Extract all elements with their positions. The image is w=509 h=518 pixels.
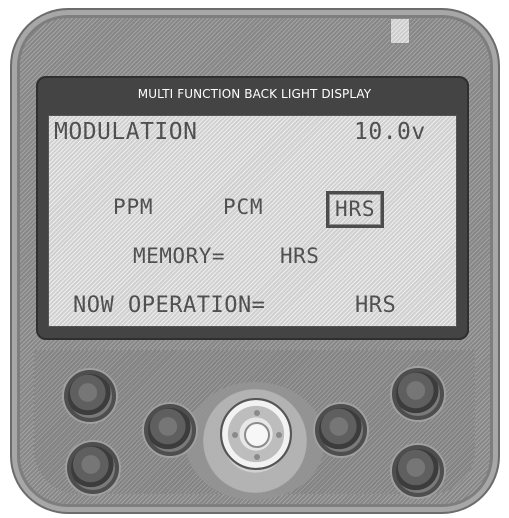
dpad-left-icon (232, 432, 238, 438)
top-left-button[interactable] (64, 370, 116, 422)
dpad-up-icon (254, 410, 260, 416)
memory-label: MEMORY= (133, 244, 226, 268)
bottom-left-button[interactable] (67, 442, 119, 494)
display-title: MULTI FUNCTION BACK LIGHT DISPLAY (137, 87, 372, 101)
mode-option-pcm: PCM (223, 195, 264, 219)
four-way-dpad-icon[interactable] (220, 398, 292, 470)
middle-left-button[interactable] (144, 404, 196, 456)
modulation-label: MODULATION (54, 119, 198, 145)
dpad-center-button[interactable] (244, 422, 270, 448)
middle-right-button[interactable] (315, 404, 367, 456)
mode-option-ppm: PPM (113, 195, 154, 219)
now-operation-value: HRS (355, 293, 397, 318)
voltage-readout: 10.0v (354, 119, 426, 145)
dpad-down-icon (254, 454, 260, 460)
now-operation-label: NOW OPERATION= (73, 293, 266, 318)
memory-value: HRS (280, 244, 320, 268)
antenna-tab (390, 18, 410, 44)
dpad-right-icon (276, 432, 282, 438)
mode-option-hrs: HRS (326, 191, 385, 228)
top-right-button[interactable] (392, 368, 444, 420)
bottom-right-button[interactable] (392, 445, 444, 497)
